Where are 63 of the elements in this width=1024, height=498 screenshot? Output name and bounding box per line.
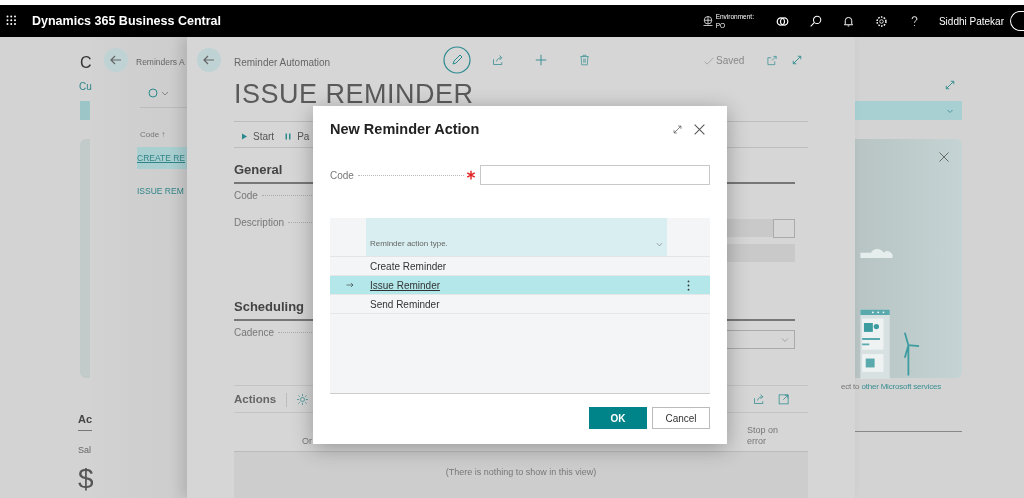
field-label: Description [234, 216, 286, 230]
ok-button[interactable]: OK [589, 407, 647, 429]
chevron-down-icon [781, 335, 789, 344]
column-header[interactable]: Or [302, 435, 312, 449]
value: $ [78, 465, 94, 493]
caption: Sal [78, 444, 91, 457]
breadcrumb: Reminders A [136, 56, 185, 69]
section-heading: Ac [78, 411, 93, 431]
save-status: Saved [716, 54, 745, 68]
open-in-new-icon[interactable] [766, 55, 778, 66]
settings-icon[interactable] [874, 14, 888, 28]
more-button[interactable] [773, 219, 795, 238]
arrow-right-icon [345, 281, 355, 289]
user-name[interactable]: Siddhi Patekar [938, 13, 1004, 29]
field-label: Code [234, 189, 259, 203]
app-title: Dynamics 365 Business Central [32, 12, 221, 30]
open-in-new-icon[interactable] [778, 393, 790, 405]
play-icon [240, 132, 248, 141]
globe-icon [701, 15, 714, 27]
field-label: Code [330, 168, 355, 183]
link[interactable]: Cu [79, 79, 92, 94]
more-options-icon[interactable] [687, 279, 690, 291]
copilot-icon[interactable] [775, 14, 789, 28]
expand-icon[interactable] [672, 124, 683, 135]
field-label: Cadence [234, 326, 276, 340]
close-icon[interactable] [693, 123, 706, 136]
action-button[interactable]: Start [240, 129, 275, 144]
column-header[interactable]: Code ↑ [140, 129, 166, 141]
bell-icon[interactable] [841, 14, 855, 28]
link[interactable]: other Microsoft services [861, 382, 942, 391]
check-icon [704, 55, 714, 66]
dialog-title: New Reminder Action [330, 119, 481, 139]
action-button[interactable]: Pa [284, 129, 310, 144]
section-heading: Actions [234, 392, 277, 407]
app-launcher-icon[interactable] [6, 15, 18, 27]
back-button[interactable] [104, 48, 128, 72]
list-row[interactable]: CREATE RE [137, 147, 187, 169]
expand-icon[interactable] [944, 79, 956, 91]
expand-icon[interactable] [791, 54, 803, 66]
share-icon[interactable] [753, 393, 765, 405]
sparkle-icon[interactable] [297, 394, 309, 406]
column-header[interactable]: Stop on error [747, 425, 787, 447]
list-row[interactable]: ISSUE REM [137, 180, 187, 202]
back-button[interactable] [197, 48, 221, 72]
chevron-down-icon [656, 241, 663, 248]
caption: ect to [841, 382, 861, 391]
code-input[interactable] [480, 165, 710, 185]
column-header[interactable]: Reminder action type. [366, 218, 667, 256]
pause-icon [284, 132, 293, 141]
cancel-button[interactable]: Cancel [652, 407, 710, 429]
close-icon[interactable] [938, 151, 950, 163]
share-icon[interactable] [492, 54, 504, 66]
empty-message: (There is nothing to show in this view) [445, 466, 597, 478]
edit-button[interactable] [443, 46, 471, 74]
banner [80, 101, 90, 120]
plus-icon[interactable] [535, 54, 547, 66]
search-icon[interactable] [808, 14, 822, 28]
page-title: ISSUE REMINDER [234, 81, 474, 108]
list-row[interactable]: Issue Reminder [330, 276, 710, 295]
list-row[interactable]: Send Reminder [330, 295, 710, 314]
trash-icon[interactable] [579, 54, 590, 66]
breadcrumb: Reminder Automation [234, 56, 331, 70]
page-title: C [80, 53, 92, 73]
